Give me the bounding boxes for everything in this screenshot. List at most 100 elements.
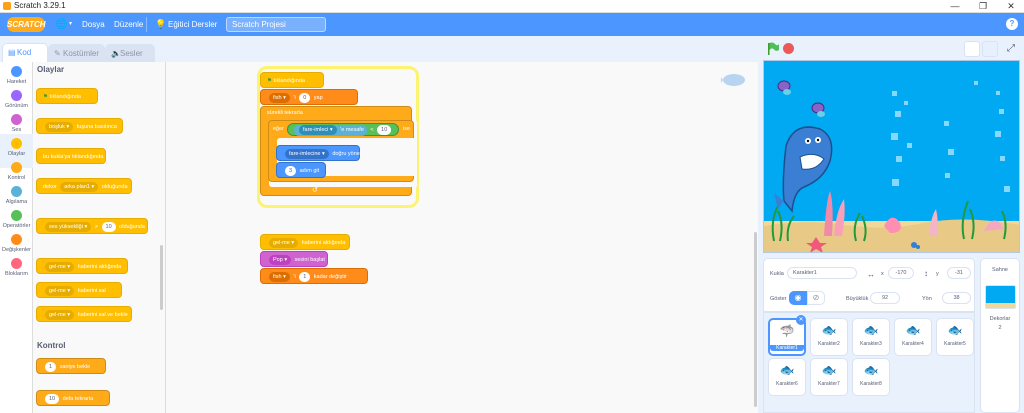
sprite-tile-karakter5[interactable]: 🐟 Karakter5 — [936, 318, 974, 356]
change-value[interactable]: 1 — [299, 272, 311, 282]
palette-scrollbar[interactable] — [160, 245, 163, 310]
x-arrows-icon: ↔ — [867, 270, 875, 279]
small-stage-icon[interactable] — [964, 41, 980, 57]
maximize-button[interactable]: ❐ — [972, 0, 994, 12]
shark-sprite — [774, 126, 833, 213]
wait-value[interactable]: 1 — [45, 362, 57, 372]
fish-thumb-icon: 🐟 — [947, 323, 963, 337]
less-than-value[interactable]: 10 — [377, 125, 392, 135]
sound-dot-icon — [11, 114, 22, 125]
normal-stage-icon[interactable] — [982, 41, 998, 57]
variable-dropdown[interactable]: fish ▾ — [269, 272, 290, 282]
backdrops-label: Dekorlar — [989, 316, 1011, 322]
fish-thumb-icon: 🐟 — [863, 323, 879, 337]
palette-block-broadcast[interactable]: gel-me ▾ haberini sal — [36, 282, 122, 298]
loudness-dropdown[interactable]: ses yüksekliği ▾ — [45, 222, 92, 232]
backdrop-dropdown[interactable]: arka plan1 ▾ — [60, 182, 99, 192]
green-flag-icon[interactable] — [766, 42, 780, 56]
category-my-blocks[interactable]: Bloklarım — [0, 254, 33, 288]
script-start-sound[interactable]: Pop ▾ sesini başlat — [260, 251, 328, 267]
backdrop-thumbnail — [985, 285, 1016, 309]
minimize-button[interactable]: — — [944, 0, 966, 12]
direction-input[interactable]: 38 — [942, 292, 971, 304]
palette-block-flag-clicked[interactable]: ⚑ tıklandığında — [36, 88, 98, 104]
loudness-value[interactable]: 10 — [101, 222, 116, 232]
sprite-name-input[interactable]: Karakter1 — [787, 267, 857, 279]
y-position-input[interactable]: -31 — [947, 267, 971, 279]
sprite-tile-karakter8[interactable]: 🐟 Karakter8 — [852, 358, 890, 396]
palette-block-when-receive[interactable]: gel-me ▾ haberini aldığında — [36, 258, 128, 274]
language-globe-icon[interactable]: 🌐 — [55, 13, 67, 36]
message-dropdown[interactable]: gel-me ▾ — [45, 286, 75, 296]
stage-selector[interactable]: Sahne Dekorlar 2 — [980, 258, 1020, 413]
script-set-variable[interactable]: fish ▾ 'i 0 yap — [260, 89, 358, 105]
palette-block-sprite-clicked[interactable]: bu kukla'ya tıklandığında — [36, 148, 106, 164]
palette-block-repeat[interactable]: 10 defa tekrarla — [36, 390, 110, 406]
stage-canvas[interactable] — [763, 60, 1020, 253]
speaker-icon: 🔈 — [111, 49, 121, 58]
sprite-tile-karakter2[interactable]: 🐟 Karakter2 — [810, 318, 848, 356]
hide-eye-icon[interactable]: ⊘ — [807, 291, 825, 305]
fullscreen-icon[interactable]: ⤢ — [1003, 41, 1019, 57]
stop-icon[interactable] — [783, 43, 794, 54]
block-palette: Olaylar ⚑ tıklandığında boşluk ▾ tuşuna … — [33, 62, 166, 413]
show-visible-eye-icon[interactable]: ◉ — [789, 291, 807, 305]
palette-block-wait[interactable]: 1 saniye bekle — [36, 358, 106, 374]
variable-dropdown[interactable]: fish ▾ — [269, 93, 290, 103]
palette-block-backdrop-switch[interactable]: dekor arka plan1 ▾ olduğunda — [36, 178, 132, 194]
key-dropdown[interactable]: boşluk ▾ — [45, 122, 74, 132]
point-target-dropdown[interactable]: fare-imlecine ▾ — [285, 149, 329, 159]
palette-block-key-pressed[interactable]: boşluk ▾ tuşuna basılınca — [36, 118, 123, 134]
looks-dot-icon — [11, 90, 22, 101]
stage-header: ⤢ — [758, 40, 1024, 60]
sprite-tile-karakter1[interactable]: 🦈 Karakter1 ✕ — [768, 315, 806, 356]
close-button[interactable]: ✕ — [1000, 0, 1022, 12]
sprite-tile-karakter7[interactable]: 🐟 Karakter7 — [810, 358, 848, 396]
x-position-input[interactable]: -170 — [888, 267, 914, 279]
sprite-tile-karakter3[interactable]: 🐟 Karakter3 — [852, 318, 890, 356]
tab-code[interactable]: ▤ Kod — [2, 43, 48, 63]
palette-block-loudness[interactable]: ses yüksekliği ▾ > 10 olduğunda — [36, 218, 148, 234]
operators-dot-icon — [11, 210, 22, 221]
sensing-dot-icon — [11, 186, 22, 197]
control-header: Kontrol — [37, 341, 66, 350]
motion-dot-icon — [11, 66, 22, 77]
tab-sounds[interactable]: 🔈 Sesler — [105, 44, 155, 62]
scratch-logo[interactable]: SCRATCH — [7, 17, 46, 32]
sound-dropdown[interactable]: Pop ▾ — [269, 255, 292, 265]
script-move-steps[interactable]: 3 adım git — [276, 162, 326, 178]
script-hat-when-receive[interactable]: gel-me ▾ haberini aldığında — [260, 234, 350, 250]
tab-costumes[interactable]: ✎ Kostümler — [48, 44, 105, 62]
palette-block-broadcast-wait[interactable]: gel-me ▾ haberini sal ve bekle — [36, 306, 132, 322]
script-point-towards[interactable]: fare-imlecine ▾ doğru yönel — [276, 145, 361, 161]
menu-file[interactable]: Dosya — [82, 13, 105, 36]
backdrops-count: 2 — [998, 325, 1002, 331]
events-header: Olaylar — [37, 65, 65, 74]
message-dropdown[interactable]: gel-me ▾ — [269, 238, 299, 248]
less-than-operator[interactable]: fare-imleci ▾ 'e mesafe < 10 — [287, 123, 399, 136]
menu-edit[interactable]: Düzenle — [114, 13, 143, 36]
script-change-variable[interactable]: fish ▾ 'i 1 kadar değiştir — [260, 268, 368, 284]
my-blocks-dot-icon — [11, 258, 22, 269]
distance-block[interactable]: fare-imleci ▾ 'e mesafe — [294, 125, 367, 136]
message-dropdown[interactable]: gel-me ▾ — [45, 262, 75, 272]
move-value[interactable]: 3 — [285, 166, 297, 176]
scripts-area[interactable]: ⚑ tıklandığında fish ▾ 'i 0 yap sürekli … — [166, 62, 758, 413]
repeat-value[interactable]: 10 — [45, 394, 60, 404]
distance-target-dropdown[interactable]: fare-imleci ▾ — [299, 125, 337, 135]
project-title-input[interactable]: Scratch Projesi — [226, 17, 326, 32]
y-arrows-icon: ↕ — [924, 269, 928, 278]
set-value[interactable]: 0 — [299, 93, 311, 103]
loop-arrow-icon: ↺ — [312, 187, 318, 194]
scripts-scrollbar[interactable] — [754, 232, 757, 407]
sprite-tile-karakter4[interactable]: 🐟 Karakter4 — [894, 318, 932, 356]
script-hat-flag-clicked[interactable]: ⚑ tıklandığında — [260, 72, 324, 88]
menu-tutorials[interactable]: Eğitici Dersler — [168, 13, 217, 36]
sprite-tile-karakter6[interactable]: 🐟 Karakter6 — [768, 358, 806, 396]
brush-icon: ✎ — [54, 49, 61, 58]
help-icon[interactable]: ? — [1006, 18, 1018, 30]
window-titlebar: Scratch 3.29.1 — ❐ ✕ — [0, 0, 1024, 13]
delete-sprite-icon[interactable]: ✕ — [796, 315, 806, 325]
message-dropdown[interactable]: gel-me ▾ — [45, 310, 75, 320]
size-input[interactable]: 92 — [870, 292, 900, 304]
